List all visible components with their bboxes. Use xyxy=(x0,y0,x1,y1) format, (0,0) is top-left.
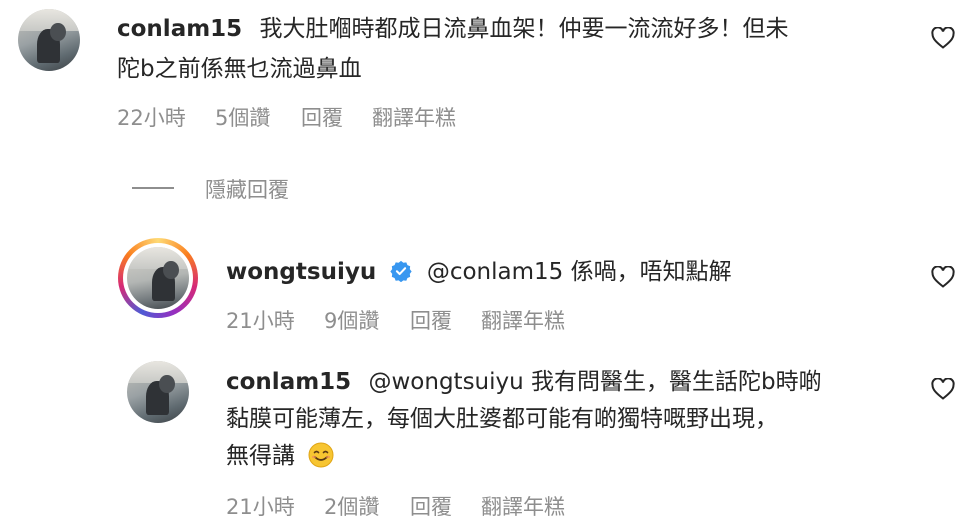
avatar-wongtsuiyu[interactable] xyxy=(127,247,189,309)
comment-2-username[interactable]: wongtsuiyu xyxy=(226,259,376,285)
comment-1-line1: conlam15 我大肚嗰時都成日流鼻血架！仲要一流流好多！但未 xyxy=(117,14,789,45)
comment-3-username[interactable]: conlam15 xyxy=(226,369,351,395)
comment-1-line2: 陀b之前係無乜流過鼻血 xyxy=(117,56,362,82)
comment-2-translate-button[interactable]: 翻譯年糕 xyxy=(481,305,565,335)
comment-1-username[interactable]: conlam15 xyxy=(117,16,242,42)
comment-3-meta: 21小時 2個讚 回覆 翻譯年糕 xyxy=(226,491,626,521)
comment-3-reply-button[interactable]: 回覆 xyxy=(410,491,452,521)
comment-3-line3: 無得講 xyxy=(226,441,334,472)
hide-replies-divider xyxy=(132,187,174,189)
comment-3-translate-button[interactable]: 翻譯年糕 xyxy=(481,491,565,521)
comment-2-line1: wongtsuiyu @conlam15 係喎，唔知點解 xyxy=(226,257,732,288)
comment-3-time[interactable]: 21小時 xyxy=(226,491,295,521)
comment-2-time[interactable]: 21小時 xyxy=(226,305,295,335)
comment-3-line1: conlam15 @wongtsuiyu 我有問醫生，醫生話陀b時啲 xyxy=(226,367,822,398)
comment-1-text: 我大肚嗰時都成日流鼻血架！仲要一流流好多！但未 xyxy=(259,16,789,42)
comment-1-translate-button[interactable]: 翻譯年糕 xyxy=(372,102,456,132)
comment-2-text: @conlam15 係喎，唔知點解 xyxy=(426,259,732,285)
comment-1-meta: 22小時 5個讚 回覆 翻譯年糕 xyxy=(117,102,517,132)
heart-icon[interactable] xyxy=(931,266,955,288)
comment-1-reply-button[interactable]: 回覆 xyxy=(301,102,343,132)
heart-icon[interactable] xyxy=(931,378,955,400)
comment-1-likes[interactable]: 5個讚 xyxy=(215,102,270,132)
comment-2-reply-button[interactable]: 回覆 xyxy=(410,305,452,335)
comment-1-time[interactable]: 22小時 xyxy=(117,102,186,132)
comment-3-likes[interactable]: 2個讚 xyxy=(324,491,379,521)
verified-badge-icon xyxy=(389,260,412,282)
smiling-face-emoji-icon xyxy=(308,442,334,468)
comment-3-text: @wongtsuiyu 我有問醫生，醫生話陀b時啲 xyxy=(368,369,822,395)
avatar-conlam15[interactable] xyxy=(127,361,189,423)
comment-3-text-end: 無得講 xyxy=(226,443,295,469)
comment-3-line2: 黏膜可能薄左，每個大肚婆都可能有啲獨特嘅野出現， xyxy=(226,406,778,432)
avatar-conlam15[interactable] xyxy=(18,9,80,71)
comment-2-likes[interactable]: 9個讚 xyxy=(324,305,379,335)
hide-replies-button[interactable]: 隱藏回覆 xyxy=(205,174,289,204)
heart-icon[interactable] xyxy=(931,27,955,49)
comment-2-meta: 21小時 9個讚 回覆 翻譯年糕 xyxy=(226,305,626,335)
